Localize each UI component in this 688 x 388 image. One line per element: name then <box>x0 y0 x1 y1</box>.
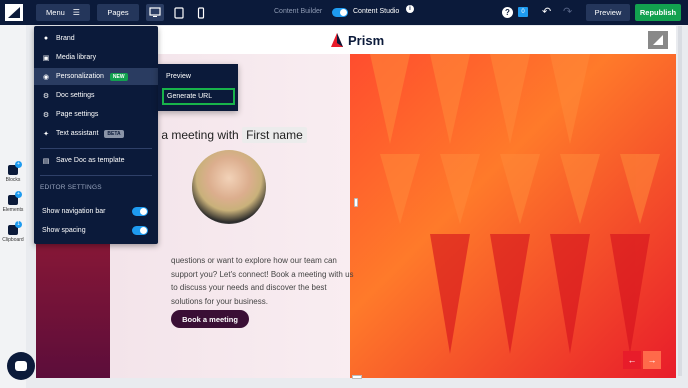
headline-prefix: k a meeting with <box>152 128 239 142</box>
undo-icon[interactable]: ↶ <box>542 5 551 18</box>
elements-label: Elements <box>2 207 24 213</box>
palette-icon: ● <box>43 35 49 42</box>
magic-wand-icon: ✦ <box>43 130 49 138</box>
clipboard-icon: 1 <box>8 221 22 235</box>
desktop-icon <box>149 7 161 17</box>
book-meeting-button[interactable]: Book a meeting <box>171 310 249 328</box>
app-logo[interactable] <box>5 4 23 21</box>
logo-icon <box>8 7 20 18</box>
menu-item-label: Save Doc as template <box>56 157 125 164</box>
chat-bubble-icon[interactable] <box>7 352 35 380</box>
new-badge: NEW <box>109 72 128 81</box>
prism-logo-icon <box>331 33 343 47</box>
menu-item-label: Text assistant <box>56 130 99 137</box>
contact-portrait[interactable] <box>192 150 266 224</box>
toggle-label: Show navigation bar <box>42 207 106 215</box>
clipboard-label: Clipboard <box>2 237 24 243</box>
mobile-view-button[interactable] <box>192 4 210 21</box>
gear-icon: ⚙ <box>42 92 50 100</box>
redo-icon[interactable]: ↷ <box>563 5 572 18</box>
menu-item-label: Media library <box>56 54 97 61</box>
toggle-row-spacing: Show spacing <box>34 222 158 238</box>
menu-item-label: Brand <box>56 35 75 42</box>
desktop-view-button[interactable] <box>146 4 164 21</box>
menu-item-personalization[interactable]: ◉ Personalization NEW <box>34 68 158 85</box>
left-toolbar: + Blocks + Elements 1 Clipboard <box>0 25 26 388</box>
menu-item-label: Page settings <box>56 111 99 118</box>
tablet-icon <box>174 6 184 19</box>
blocks-icon: + <box>8 161 22 175</box>
republish-button[interactable]: Republish <box>635 4 681 21</box>
brand-name: Prism <box>348 32 385 48</box>
elements-tool[interactable]: + Elements <box>0 191 26 213</box>
info-icon[interactable]: i <box>406 5 414 13</box>
hero-pattern <box>370 54 660 354</box>
body-text[interactable]: questions or want to explore how our tea… <box>171 254 356 308</box>
pages-button[interactable]: Pages <box>97 4 139 21</box>
content-mode-toggle[interactable] <box>332 8 348 17</box>
prism-logo[interactable]: Prism <box>330 31 384 49</box>
image-icon: ▣ <box>42 54 50 62</box>
elements-icon: + <box>8 191 22 205</box>
arrow-left-icon: ← <box>627 355 637 365</box>
content-builder-label: Content Builder <box>274 8 323 15</box>
help-icon[interactable]: ? <box>502 7 513 18</box>
menu-item-brand[interactable]: ● Brand <box>34 30 158 47</box>
mobile-icon <box>197 6 205 19</box>
template-icon: ▤ <box>42 157 50 165</box>
vertical-scrollbar[interactable] <box>678 26 682 376</box>
toggle-row-navigation-bar: Show navigation bar <box>34 203 158 219</box>
show-spacing-toggle[interactable] <box>132 226 148 235</box>
menu-item-page-settings[interactable]: ⚙ Page settings <box>34 106 158 123</box>
tablet-view-button[interactable] <box>170 4 188 21</box>
show-navigation-bar-toggle[interactable] <box>132 207 148 216</box>
person-icon: ◉ <box>42 73 50 81</box>
submenu-item-preview[interactable]: Preview <box>158 68 238 85</box>
menu-item-label: Personalization <box>56 73 104 80</box>
blocks-label: Blocks <box>5 177 21 183</box>
preview-button[interactable]: Preview <box>586 4 630 21</box>
menu-divider <box>40 148 152 149</box>
editor-settings-heading: EDITOR SETTINGS <box>40 184 102 191</box>
content-studio-label: Content Studio <box>353 8 400 15</box>
slider-prev-button[interactable]: ← <box>623 351 641 369</box>
gear-icon: ⚙ <box>42 111 50 119</box>
arrow-right-icon: → <box>647 355 657 365</box>
notification-badge[interactable]: 0 <box>518 7 528 17</box>
toggle-label: Show spacing <box>42 226 86 234</box>
top-toolbar: Menu ☰ Pages Content Builder Content Stu… <box>0 0 688 25</box>
menu-item-save-template[interactable]: ▤ Save Doc as template <box>34 152 158 169</box>
column-resize-handle[interactable] <box>354 198 358 207</box>
beta-badge: BETA <box>104 129 124 138</box>
hero-graphic <box>350 54 676 378</box>
main-menu-dropdown: ● Brand ▣ Media library ◉ Personalizatio… <box>34 26 158 244</box>
menu-item-media-library[interactable]: ▣ Media library <box>34 49 158 66</box>
menu-button[interactable]: Menu ☰ <box>36 4 90 21</box>
menu-item-doc-settings[interactable]: ⚙ Doc settings <box>34 87 158 104</box>
bottom-resize-handle[interactable] <box>352 375 362 379</box>
blocks-tool[interactable]: + Blocks <box>0 161 26 183</box>
headline[interactable]: k a meeting with First name <box>152 127 307 143</box>
corner-logo-icon <box>653 35 663 45</box>
first-name-token[interactable]: First name <box>242 127 307 143</box>
slider-next-button[interactable]: → <box>643 351 661 369</box>
personalization-submenu: Preview Generate URL <box>158 64 238 111</box>
menu-divider <box>40 175 152 176</box>
hamburger-icon: ☰ <box>72 8 80 17</box>
menu-button-label: Menu <box>46 8 65 17</box>
clipboard-tool[interactable]: 1 Clipboard <box>0 221 26 243</box>
submenu-item-generate-url[interactable]: Generate URL <box>162 88 235 105</box>
menu-item-text-assistant[interactable]: ✦ Text assistant BETA <box>34 125 158 142</box>
corner-logo[interactable] <box>648 31 668 49</box>
menu-item-label: Doc settings <box>56 92 95 99</box>
